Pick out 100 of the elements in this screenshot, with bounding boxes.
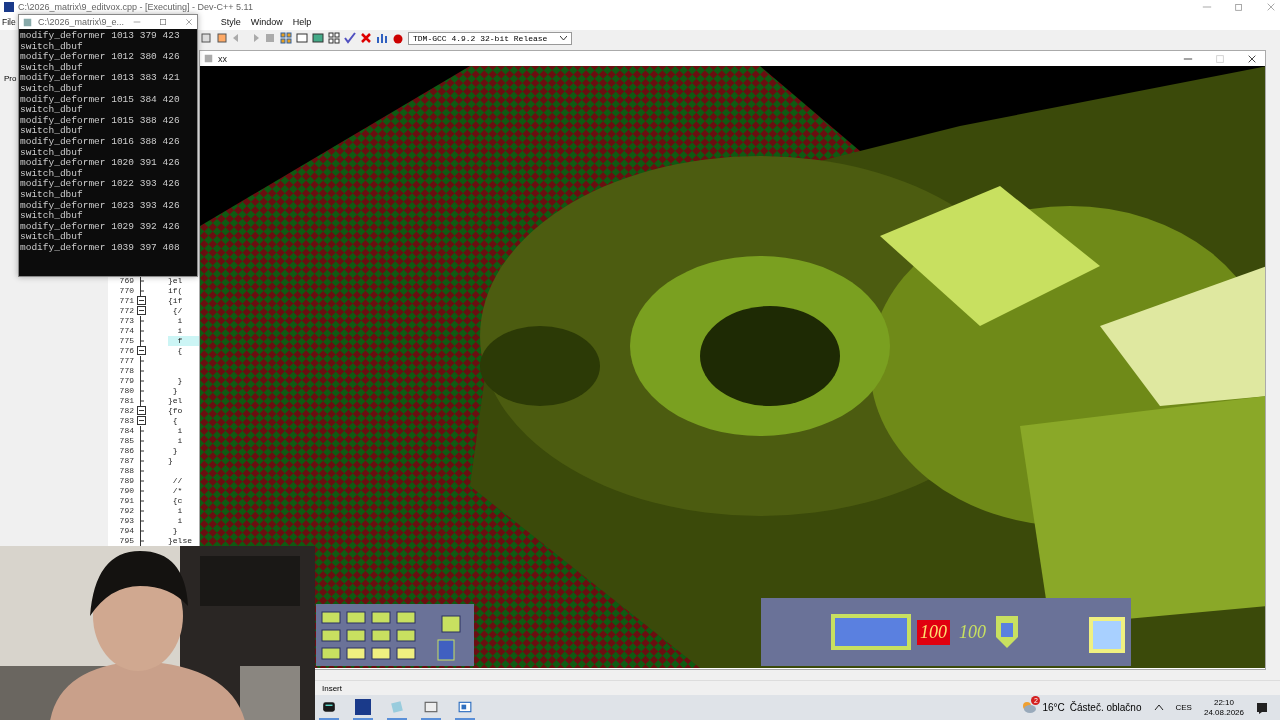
line-number: 791 [118, 496, 135, 506]
code-text: } [176, 376, 184, 386]
line-number: 787 [118, 456, 135, 466]
line-number: 777 [118, 356, 135, 366]
console-line: switch_dbuf [20, 232, 84, 243]
console-line: modify_deformer 1023 393 426 [20, 200, 181, 211]
menu-item[interactable]: File [2, 17, 16, 27]
line-number: 782 [118, 406, 135, 416]
console-line: switch_dbuf [20, 126, 84, 137]
fold-toggle[interactable] [137, 406, 146, 415]
bar-chart-icon[interactable] [376, 32, 388, 44]
line-number: 794 [118, 526, 135, 536]
code-text: /* [171, 486, 184, 496]
status-text: Insert [322, 684, 342, 693]
close-icon[interactable] [360, 32, 372, 44]
code-text: {if [168, 296, 184, 306]
console-line: switch_dbuf [20, 83, 84, 95]
line-number: 784 [118, 426, 135, 436]
close-icon[interactable] [1247, 53, 1257, 64]
line-number: 773 [118, 316, 135, 326]
line-number: 790 [118, 486, 135, 496]
terminal-icon[interactable] [322, 699, 336, 714]
code-text: } [168, 456, 174, 466]
window-title: C:\2026_matrix\9_editvox.cpp - [Executing] - Dev-C++ 5.11 [18, 2, 253, 12]
line-number: 783 [118, 416, 135, 426]
code-text: i [176, 506, 184, 516]
menu-item[interactable]: Window [245, 17, 288, 27]
clock-time[interactable]: 22:10 [1213, 697, 1234, 708]
code-text: // [171, 476, 184, 486]
line-number: 778 [118, 366, 135, 376]
line-number: 770 [118, 286, 135, 296]
code-text: } [171, 386, 179, 396]
console-line: switch_dbuf [20, 211, 84, 222]
window-icon[interactable] [296, 32, 308, 44]
code-text: { [171, 416, 179, 426]
line-number: 786 [118, 446, 135, 456]
console-line: switch_dbuf [20, 105, 84, 116]
console-line: modify_deformer 1015 388 426 [20, 115, 181, 126]
console-icon [23, 17, 32, 27]
app-icon [204, 54, 213, 63]
line-number: 776 [118, 346, 135, 356]
window-title: C:\2026_matrix\9_e... [38, 17, 125, 27]
line-number: 789 [118, 476, 135, 486]
line-number: 779 [118, 376, 135, 386]
fold-toggle[interactable] [137, 416, 146, 425]
fold-toggle[interactable] [137, 306, 146, 315]
weather-text: Částeč. oblačno [1069, 702, 1142, 713]
console-line: switch_dbuf [20, 147, 84, 158]
code-text: i [176, 436, 184, 446]
menu-item[interactable]: Style [215, 17, 246, 27]
code-text: i [176, 326, 184, 336]
code-text: i [176, 426, 184, 436]
console-line: modify_deformer 1020 391 426 [20, 158, 181, 169]
line-number: 780 [118, 386, 135, 396]
line-number: 775 [118, 336, 135, 346]
code-text: i [176, 316, 184, 326]
grid-icon[interactable] [328, 32, 340, 44]
code-text: {/ [171, 306, 184, 316]
line-number: 774 [118, 326, 135, 336]
window-title: xx [218, 53, 227, 64]
window-icon[interactable] [312, 32, 324, 44]
console-line: modify_deformer 1039 397 408 [20, 242, 181, 254]
console-line: switch_dbuf [20, 41, 84, 52]
code-text: {c [171, 496, 184, 506]
line-number: 793 [118, 516, 135, 526]
app-icon [4, 2, 14, 12]
line-number: 785 [118, 436, 135, 446]
chevron-up-icon[interactable] [1153, 704, 1164, 711]
notifications-icon[interactable] [1256, 701, 1268, 714]
code-text: {fo [168, 406, 184, 416]
panel-tab[interactable]: Pro [4, 74, 17, 83]
line-number: 788 [118, 466, 135, 476]
compiler-dropdown[interactable]: TDM-GCC 4.9.2 32-bit Release [408, 31, 572, 45]
check-icon[interactable] [344, 32, 356, 44]
menu-item[interactable]: Help [287, 17, 317, 27]
restore-icon[interactable] [1234, 2, 1244, 12]
console-line: switch_dbuf [20, 62, 84, 73]
code-text: }el [168, 276, 184, 286]
line-number: 781 [118, 396, 135, 406]
code-text: i [176, 516, 184, 526]
clock-date[interactable]: 24.08.2026 [1203, 707, 1244, 718]
console-line: modify_deformer 1013 383 421 [20, 73, 181, 84]
line-number: 772 [118, 306, 135, 316]
line-number: 771 [118, 296, 135, 306]
weather-cloud-icon[interactable] [1021, 699, 1038, 714]
console-line: switch_dbuf [20, 189, 84, 201]
line-number: 769 [118, 276, 135, 286]
code-text: }el [168, 396, 184, 406]
grid-icon[interactable] [280, 32, 292, 44]
console-line: modify_deformer 1029 392 426 [20, 221, 181, 232]
temperature-text: 16°C [1042, 702, 1065, 713]
code-text: }else [168, 536, 193, 546]
language-indicator[interactable]: CES [1175, 703, 1192, 712]
maximize-icon[interactable] [159, 18, 167, 26]
window-icon[interactable] [458, 699, 472, 714]
code-text: } [171, 446, 179, 456]
code-text: if( [168, 286, 184, 296]
window-icon[interactable] [424, 699, 438, 714]
fold-toggle[interactable] [137, 346, 146, 355]
fold-toggle[interactable] [137, 296, 146, 305]
